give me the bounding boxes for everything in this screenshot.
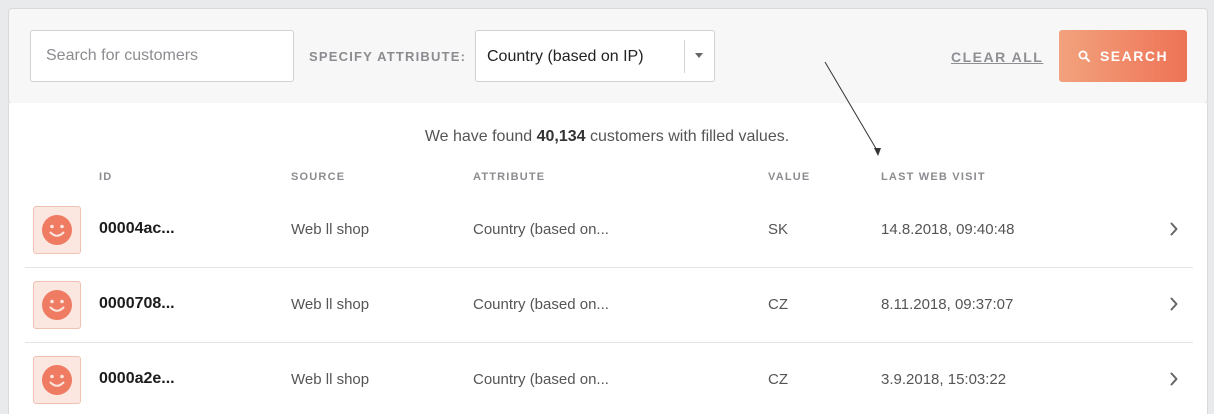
attribute-select-value: Country (based on IP)	[487, 48, 644, 65]
caret-down-icon	[695, 53, 703, 58]
column-header-last-web-visit[interactable]: LAST WEB VISIT	[881, 171, 986, 183]
column-header-id[interactable]: ID	[99, 171, 112, 183]
specify-attribute-label: SPECIFY ATTRIBUTE:	[309, 49, 467, 64]
chevron-right-icon[interactable]	[1169, 296, 1179, 312]
page: SPECIFY ATTRIBUTE: Country (based on IP)…	[0, 0, 1214, 414]
chevron-right-icon[interactable]	[1169, 221, 1179, 237]
avatar	[33, 281, 81, 329]
search-input[interactable]	[30, 30, 294, 82]
customer-id: 0000708...	[99, 295, 175, 312]
customer-id: 00004ac...	[99, 220, 175, 237]
column-header-source[interactable]: SOURCE	[291, 171, 345, 183]
attribute-cell: Country (based on...	[473, 221, 609, 238]
search-button-label: SEARCH	[1099, 48, 1169, 64]
smiley-face-icon	[42, 290, 72, 320]
search-icon	[1078, 50, 1090, 62]
last-visit-cell: 3.9.2018, 15:03:22	[881, 371, 1007, 388]
source-cell: Web ll shop	[291, 221, 370, 238]
table-row[interactable]: 0000a2e... Web ll shop Country (based on…	[25, 343, 1193, 414]
attribute-cell: Country (based on...	[473, 296, 609, 313]
table-row[interactable]: 00004ac... Web ll shop Country (based on…	[25, 193, 1193, 268]
last-visit-cell: 14.8.2018, 09:40:48	[881, 221, 1015, 238]
summary-prefix: We have found	[424, 128, 537, 145]
attribute-cell: Country (based on...	[473, 371, 609, 388]
smiley-face-icon	[42, 365, 72, 395]
value-cell: SK	[768, 221, 789, 238]
table-row[interactable]: 0000708... Web ll shop Country (based on…	[25, 268, 1193, 343]
avatar	[33, 206, 81, 254]
smiley-face-icon	[42, 215, 72, 245]
results-summary: We have found 40,134 customers with fill…	[9, 128, 1205, 146]
column-header-value[interactable]: VALUE	[768, 171, 810, 183]
chevron-right-icon[interactable]	[1169, 371, 1179, 387]
select-divider	[684, 40, 685, 73]
filter-bar: SPECIFY ATTRIBUTE: Country (based on IP)…	[8, 8, 1208, 104]
value-cell: CZ	[768, 296, 788, 313]
column-header-attribute[interactable]: ATTRIBUTE	[473, 171, 545, 183]
avatar	[33, 356, 81, 404]
summary-suffix: customers with filled values.	[585, 128, 790, 145]
customer-id: 0000a2e...	[99, 370, 175, 387]
results-count: 40,134	[536, 128, 586, 145]
results-panel: We have found 40,134 customers with fill…	[8, 103, 1208, 414]
clear-all-link[interactable]: CLEAR ALL	[951, 49, 1043, 65]
attribute-select[interactable]: Country (based on IP)	[475, 30, 715, 82]
search-button[interactable]: SEARCH	[1059, 30, 1187, 82]
source-cell: Web ll shop	[291, 296, 370, 313]
value-cell: CZ	[768, 371, 788, 388]
source-cell: Web ll shop	[291, 371, 370, 388]
last-visit-cell: 8.11.2018, 09:37:07	[881, 296, 1014, 313]
